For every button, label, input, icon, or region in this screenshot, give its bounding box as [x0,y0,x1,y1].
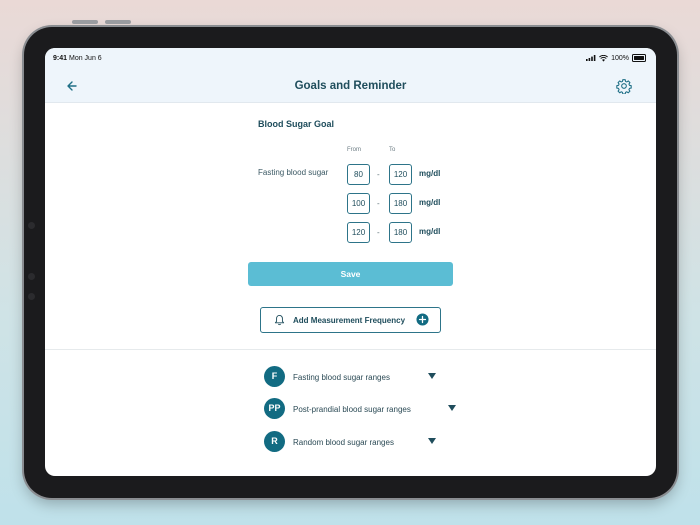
status-date: Mon Jun 6 [69,55,102,62]
row3-unit: mg/dl [419,227,441,236]
range-label-post-prandial: Post-prandial blood sugar ranges [293,405,411,414]
range-label-random: Random blood sugar ranges [293,438,394,447]
row1-separator: - [377,170,380,179]
range-badge-random: R [264,431,285,452]
signal-icon [586,55,596,61]
row2-from-input[interactable]: 100 [347,193,370,214]
app-screen: 9:41 Mon Jun 6 100% Goals and Reminder B… [45,48,656,476]
row1-from-input[interactable]: 80 [347,164,370,185]
top-button-left [72,20,98,24]
row3-from-input[interactable]: 120 [347,222,370,243]
status-bar: 9:41 Mon Jun 6 100% [45,48,656,70]
wifi-icon [599,54,609,62]
top-button-right [105,20,131,24]
section-divider [45,349,656,350]
caret-down-icon[interactable] [448,405,456,411]
side-sensor-2 [28,273,35,280]
range-label-fasting: Fasting blood sugar ranges [293,373,390,382]
caret-down-icon[interactable] [428,438,436,444]
row1-unit: mg/dl [419,169,441,178]
battery-percent: 100% [611,54,629,62]
gear-icon[interactable] [616,78,632,94]
from-column-label: From [347,147,361,153]
row3-separator: - [377,228,380,237]
caret-down-icon[interactable] [428,373,436,379]
row2-separator: - [377,199,380,208]
range-badge-post-prandial: PP [264,398,285,419]
add-measurement-frequency-button[interactable]: Add Measurement Frequency [260,307,441,333]
blood-sugar-goal-title: Blood Sugar Goal [258,119,335,129]
status-time: 9:41 [53,55,68,62]
add-measurement-frequency-label: Add Measurement Frequency [293,316,406,325]
side-sensor-1 [28,222,35,229]
range-badge-fasting: F [264,366,285,387]
range-row-random[interactable]: R Random blood sugar ranges [264,431,444,453]
fasting-row-label: Fasting blood sugar [258,168,329,177]
side-sensor-3 [28,293,35,300]
row2-unit: mg/dl [419,198,441,207]
row1-to-input[interactable]: 120 [389,164,412,185]
row2-to-input[interactable]: 180 [389,193,412,214]
range-row-post-prandial[interactable]: PP Post-prandial blood sugar ranges [264,398,456,420]
app-bar: Goals and Reminder [45,70,656,103]
status-right: 100% [586,54,646,62]
page-title: Goals and Reminder [294,80,407,92]
range-row-fasting[interactable]: F Fasting blood sugar ranges [264,366,444,388]
save-button[interactable]: Save [248,262,453,286]
battery-icon [632,54,646,62]
row3-to-input[interactable]: 180 [389,222,412,243]
plus-circle-icon [416,313,429,326]
bell-icon [274,314,285,326]
to-column-label: To [389,147,396,153]
